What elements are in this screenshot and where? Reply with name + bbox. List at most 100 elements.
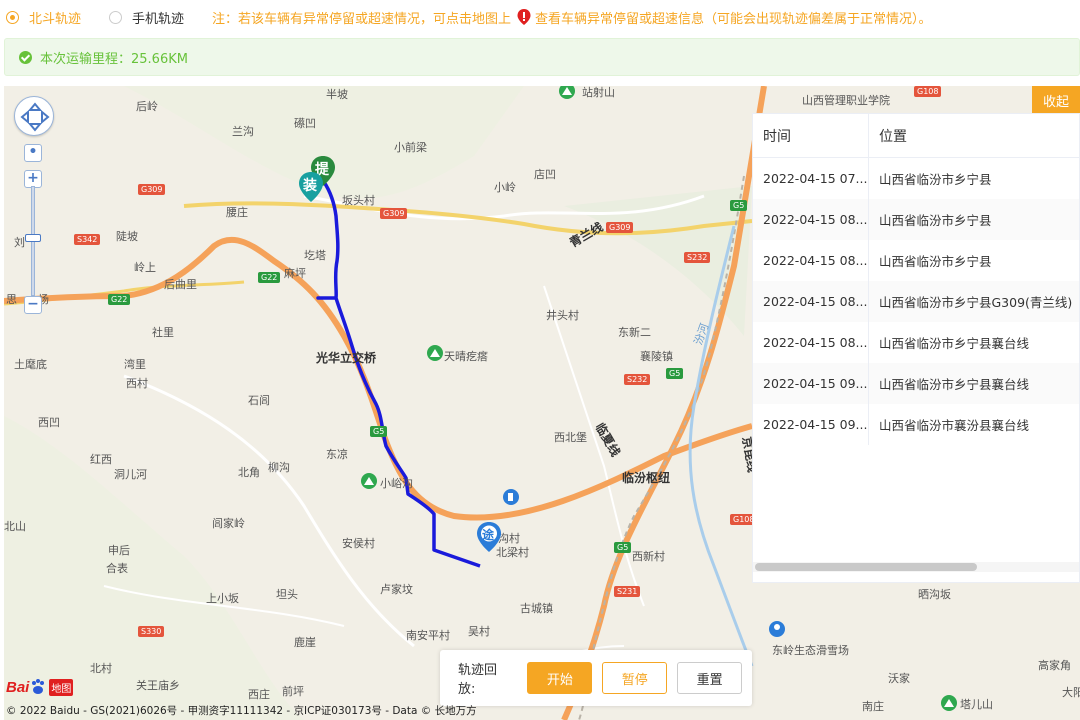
cell-location: 山西省临汾市乡宁县 — [879, 213, 992, 228]
cell-time: 2022-04-15 07... — [753, 158, 869, 199]
place-label: 思 — [6, 293, 17, 306]
check-circle-icon — [19, 50, 32, 64]
place-label: 光华立交桥 — [316, 351, 377, 365]
place-label: 沃家 — [888, 672, 910, 685]
place-label: 高家角 — [1038, 659, 1071, 672]
table-row[interactable]: 2022-04-15 07... 山西省临汾市乡宁县 — [753, 158, 1079, 199]
cell-location: 山西省临汾市襄汾县襄台线 — [879, 418, 1030, 433]
radio-dot-selected[interactable] — [6, 10, 19, 24]
place-label: 坂头村 — [342, 194, 375, 207]
road-tag: S231 — [614, 586, 641, 597]
start-button[interactable]: 开始 — [527, 662, 593, 694]
place-label: 西北堡 — [554, 431, 587, 444]
place-label: 腰庄 — [226, 206, 248, 219]
place-label: 北角 — [238, 466, 260, 479]
cell-time: 2022-04-15 08... — [753, 281, 869, 322]
zoom-slider-handle[interactable] — [25, 234, 41, 242]
place-label: 井头村 — [546, 309, 579, 322]
place-label: 陡坡 — [116, 230, 138, 243]
road-tag: S232 — [684, 252, 711, 263]
table-row[interactable]: 2022-04-15 08... 山西省临汾市乡宁县 — [753, 199, 1079, 240]
place-label: 后岭 — [136, 100, 158, 113]
place-label: 合表 — [106, 562, 128, 575]
pause-button[interactable]: 暂停 — [602, 662, 668, 694]
locate-button[interactable]: • — [24, 144, 42, 162]
radio-dot[interactable] — [109, 10, 123, 24]
table-row[interactable]: 2022-04-15 08... 山西省临汾市乡宁县 — [753, 240, 1079, 281]
place-label: 上小坂 — [206, 592, 239, 605]
road-tag: G5 — [730, 200, 748, 211]
road-tag: G309 — [380, 208, 408, 219]
road-tag: S330 — [138, 626, 165, 637]
table-row[interactable]: 2022-04-15 09... 山西省临汾市乡宁县襄台线 — [753, 363, 1079, 404]
place-label: 社里 — [152, 326, 174, 339]
cell-location: 山西省临汾市乡宁县襄台线 — [879, 336, 1030, 351]
place-label: 西庄 — [248, 688, 270, 701]
place-label: 麻坪 — [284, 267, 306, 280]
cell-time: 2022-04-15 08... — [753, 199, 869, 240]
playback-panel: 轨迹回放: 开始 暂停 重置 — [440, 650, 752, 706]
playback-label: 轨迹回放: — [458, 663, 498, 697]
table-row[interactable]: 2022-04-15 09... 山西省临汾市襄汾县襄台线 — [753, 404, 1079, 445]
mountain-poi-icon — [427, 345, 443, 361]
radio-beidou-track[interactable]: 北斗轨迹 — [6, 8, 81, 27]
via-marker[interactable]: 途 — [476, 522, 502, 556]
road-tag: G5 — [666, 368, 684, 379]
table-header: 时间 位置 — [753, 114, 1079, 158]
place-label: 闾家岭 — [212, 517, 245, 530]
place-label: 柳沟 — [268, 461, 290, 474]
warning-pin-icon — [517, 9, 531, 25]
place-label: 申后 — [108, 544, 130, 557]
place-label: 西村 — [126, 377, 148, 390]
place-label: 古城镇 — [520, 602, 553, 615]
radio-phone-label: 手机轨迹 — [132, 11, 185, 27]
cell-time: 2022-04-15 09... — [753, 363, 869, 404]
zoom-control: • + − — [24, 144, 44, 314]
map-copyright: © 2022 Baidu - GS(2021)6026号 - 甲测资字11111… — [6, 705, 477, 717]
reset-button[interactable]: 重置 — [677, 662, 743, 694]
place-label: 兰沟 — [232, 125, 254, 138]
gas-station-icon — [503, 489, 519, 505]
loading-marker-label: 装 — [303, 178, 317, 194]
mileage-banner: 本次运输里程：25.66KM — [4, 38, 1080, 76]
place-label: 山西管理职业学院 — [802, 94, 890, 107]
map-view[interactable]: 半坡 后岭 兰沟 礤凹 小前梁 腰庄 坂头村 店凹 小岭 刘 陡坡 岭上 后曲里… — [4, 86, 1080, 720]
collapse-button[interactable]: 收起 — [1032, 86, 1080, 114]
horizontal-scrollbar[interactable] — [753, 562, 1079, 572]
header-location: 位置 — [879, 128, 907, 145]
cell-location: 山西省临汾市乡宁县 — [879, 172, 992, 187]
map-pan-control[interactable] — [14, 96, 54, 136]
baidu-map-logo: Bai 地图 — [6, 676, 74, 698]
place-label: 安侯村 — [342, 537, 375, 550]
mountain-poi-icon — [361, 473, 377, 489]
road-tag: S342 — [74, 234, 101, 245]
cell-location: 山西省临汾市乡宁县 — [879, 254, 992, 269]
place-label: 洞儿河 — [114, 468, 147, 481]
place-label: 后曲里 — [164, 278, 197, 291]
cell-time: 2022-04-15 09... — [753, 404, 869, 445]
notice-prefix: 注：若该车辆有异常停留或超速情况，可点击地图上 — [212, 11, 512, 27]
table-body: 2022-04-15 07... 山西省临汾市乡宁县 2022-04-15 08.… — [753, 158, 1079, 445]
road-tag: G108 — [914, 86, 942, 97]
mileage-text: 本次运输里程：25.66KM — [40, 51, 188, 67]
place-label: 天晴疙瘩 — [444, 350, 488, 363]
table-row[interactable]: 2022-04-15 08... 山西省临汾市乡宁县襄台线 — [753, 322, 1079, 363]
radio-phone-track[interactable]: 手机轨迹 — [109, 8, 184, 27]
mountain-poi-icon — [559, 86, 575, 99]
place-label: 岭上 — [134, 261, 156, 274]
logo-bai-text: Bai — [6, 678, 30, 696]
place-label: 前坪 — [282, 685, 304, 698]
loading-marker[interactable]: 装 — [298, 172, 324, 206]
table-row[interactable]: 2022-04-15 08... 山西省临汾市乡宁县G309(青兰线) — [753, 281, 1079, 322]
road-tag: G309 — [138, 184, 166, 195]
place-label: 小岭 — [494, 181, 516, 194]
scrollbar-thumb[interactable] — [755, 563, 977, 571]
zoom-out-button[interactable]: − — [24, 296, 42, 314]
place-label: 站射山 — [582, 86, 615, 99]
place-label: 小前梁 — [394, 141, 427, 154]
place-label: 礤凹 — [294, 117, 316, 130]
place-label: 吴村 — [468, 625, 490, 638]
ski-resort-icon — [769, 621, 785, 637]
road-tag: G22 — [258, 272, 281, 283]
track-source-bar: 北斗轨迹 手机轨迹 注：若该车辆有异常停留或超速情况，可点击地图上 查看车辆异常… — [0, 0, 1080, 34]
